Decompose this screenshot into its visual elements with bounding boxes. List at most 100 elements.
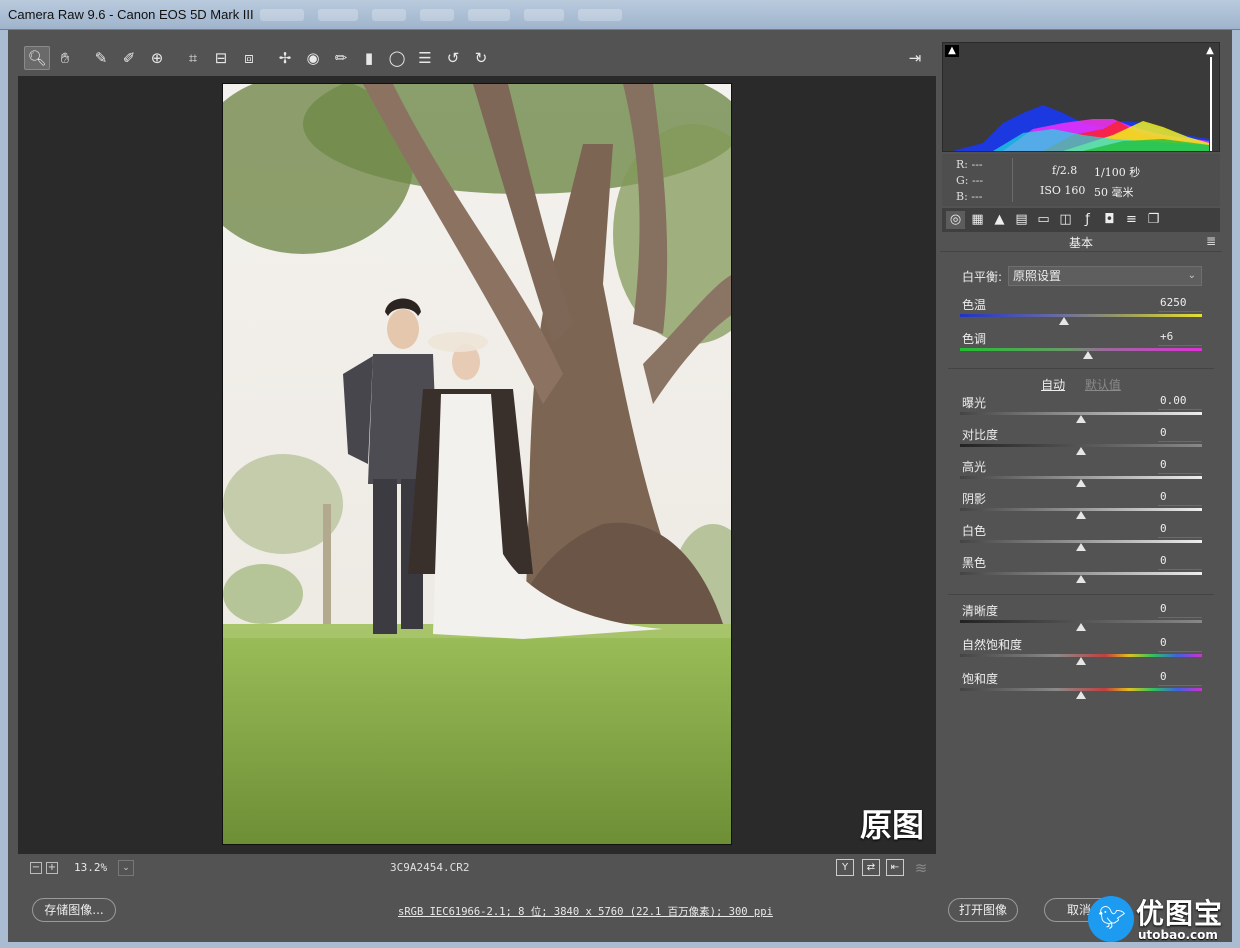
window-titlebar: Camera Raw 9.6 - Canon EOS 5D Mark III — [0, 0, 1240, 30]
slider-value-field[interactable]: 0 — [1158, 458, 1202, 474]
slider-thumb[interactable] — [1076, 543, 1086, 551]
slider-thumb[interactable] — [1076, 623, 1086, 631]
adjustment-brush-icon[interactable]: ✏ — [328, 46, 354, 70]
lens-corrections-tab-icon[interactable]: ◫ — [1056, 211, 1075, 229]
slider-thumb[interactable] — [1076, 691, 1086, 699]
window-title: Camera Raw 9.6 - Canon EOS 5D Mark III — [8, 7, 254, 22]
before-after-view-button[interactable]: Y — [836, 859, 854, 876]
copy-settings-button[interactable]: ⇤ — [886, 859, 904, 876]
slider-value-field[interactable]: 6250 — [1158, 296, 1202, 312]
histogram: ▲ ▲ — [942, 42, 1220, 152]
swap-settings-button[interactable]: ⇄ — [862, 859, 880, 876]
preferences-icon[interactable]: ☰ — [412, 46, 438, 70]
panel-tabs: ◎ ▦ ▲ ▤ ▭ ◫ ƒ ◘ ≡ ❐ — [942, 208, 1220, 232]
workflow-options-link[interactable]: sRGB IEC61966-2.1; 8 位; 3840 x 5760 (22.… — [398, 904, 773, 919]
shutter-value: 1/100 秒 — [1094, 166, 1141, 179]
zoom-out-button[interactable]: − — [30, 862, 42, 874]
slider-value-field[interactable]: 0 — [1158, 636, 1202, 652]
titlebar-blurred-area — [260, 9, 660, 21]
tool-bar: 🔍︎ ✋︎ ✎ ✐ ⊕ ⌗ ⊟ ⧈ ✢ ◉ ✏ ▮ ◯ ☰ ↺ ↻ ⇥ — [18, 42, 936, 74]
snapshots-tab-icon[interactable]: ❐ — [1144, 211, 1163, 229]
detail-tab-icon[interactable]: ▲ — [990, 211, 1009, 229]
divider — [948, 368, 1214, 369]
fullscreen-icon[interactable]: ⇥ — [902, 46, 928, 70]
effects-tab-icon[interactable]: ƒ — [1078, 211, 1097, 229]
chevron-down-icon: ⌄ — [1187, 270, 1196, 281]
graduated-filter-icon[interactable]: ▮ — [356, 46, 382, 70]
window-frame-bottom — [0, 942, 1240, 948]
preview-statusbar: − + 13.2% ⌄ 3C9A2454.CR2 Y ⇄ ⇤ ≋ — [18, 856, 936, 880]
zoom-in-button[interactable]: + — [46, 862, 58, 874]
slider-thumb[interactable] — [1076, 447, 1086, 455]
slider-value-field[interactable]: 0 — [1158, 554, 1202, 570]
slider-label: 对比度 — [962, 428, 999, 442]
green-readout: G: --- — [956, 174, 984, 187]
bottom-bar: 存储图像... sRGB IEC61966-2.1; 8 位; 3840 x 5… — [8, 882, 1232, 942]
slider-label: 清晰度 — [962, 604, 999, 618]
slider-thumb[interactable] — [1059, 317, 1070, 325]
slider-thumb[interactable] — [1076, 479, 1086, 487]
slider-value-field[interactable]: 0.00 — [1158, 394, 1202, 410]
presets-tab-icon[interactable]: ≡ — [1122, 211, 1141, 229]
radial-filter-icon[interactable]: ◯ — [384, 46, 410, 70]
slider-label: 色温 — [962, 298, 987, 312]
default-link[interactable]: 默认值 — [1085, 378, 1121, 392]
window-frame-left — [0, 30, 8, 948]
slider-thumb[interactable] — [1083, 351, 1094, 359]
open-image-button[interactable]: 打开图像 — [948, 898, 1018, 922]
white-balance-select[interactable]: 原照设置 ⌄ — [1008, 266, 1202, 286]
slider-thumb[interactable] — [1076, 575, 1086, 583]
slider-label: 阴影 — [962, 492, 987, 506]
watermark-url: utobao.com — [1138, 928, 1218, 942]
slider-thumb[interactable] — [1076, 657, 1086, 665]
hsl-tab-icon[interactable]: ▤ — [1012, 211, 1031, 229]
straighten-icon[interactable]: ⊟ — [208, 46, 234, 70]
white-balance-value: 原照设置 — [1013, 269, 1062, 283]
slider-label: 高光 — [962, 460, 987, 474]
slider-thumb[interactable] — [1076, 415, 1086, 423]
slider-track[interactable] — [960, 348, 1202, 351]
image-preview-area[interactable]: 原图 — [18, 76, 936, 854]
save-image-button[interactable]: 存储图像... — [32, 898, 116, 922]
info-readout: R: --- G: --- B: --- f/2.8 1/100 秒 ISO 1… — [942, 154, 1220, 206]
auto-link[interactable]: 自动 — [1041, 378, 1065, 392]
slider-value-field[interactable]: +6 — [1158, 330, 1202, 346]
window-frame-right — [1232, 30, 1240, 948]
transform-icon[interactable]: ⧈ — [236, 46, 262, 70]
basic-tab-icon[interactable]: ◎ — [946, 211, 965, 229]
split-toning-tab-icon[interactable]: ▭ — [1034, 211, 1053, 229]
white-balance-label: 白平衡: — [962, 270, 1003, 284]
target-adjust-icon[interactable]: ⊕ — [144, 46, 170, 70]
basic-title: 基本 — [1068, 236, 1093, 250]
slider-thumb[interactable] — [1076, 511, 1086, 519]
hand-icon[interactable]: ✋︎ — [52, 46, 78, 70]
slider-value-field[interactable]: 0 — [1158, 670, 1202, 686]
original-image-badge: 原图 — [859, 806, 924, 844]
blue-readout: B: --- — [956, 190, 983, 203]
slider-value-field[interactable]: 0 — [1158, 426, 1202, 442]
tone-curve-tab-icon[interactable]: ▦ — [968, 211, 987, 229]
crop-icon[interactable]: ⌗ — [180, 46, 206, 70]
slider-track[interactable] — [960, 314, 1202, 317]
zoom-dropdown-chevron-icon[interactable]: ⌄ — [118, 860, 134, 876]
slider-row: 自然饱和度 0 — [960, 636, 1204, 668]
camera-calibration-tab-icon[interactable]: ◘ — [1100, 211, 1119, 229]
view-settings-icon[interactable]: ≋ — [908, 856, 934, 880]
slider-row: 清晰度 0 — [960, 602, 1204, 634]
slider-value-field[interactable]: 0 — [1158, 602, 1202, 618]
color-sampler-icon[interactable]: ✐ — [116, 46, 142, 70]
rotate-right-icon[interactable]: ↻ — [468, 46, 494, 70]
panel-menu-icon[interactable]: ≣ — [1206, 234, 1216, 248]
slider-row: 高光 0 — [960, 458, 1204, 490]
red-eye-icon[interactable]: ◉ — [300, 46, 326, 70]
slider-value-field[interactable]: 0 — [1158, 490, 1202, 506]
slider-label: 黑色 — [962, 556, 987, 570]
divider — [948, 594, 1214, 595]
spot-removal-icon[interactable]: ✢ — [272, 46, 298, 70]
slider-row: 阴影 0 — [960, 490, 1204, 522]
watermark-name: 优图宝 — [1136, 897, 1224, 930]
rotate-left-icon[interactable]: ↺ — [440, 46, 466, 70]
zoom-icon[interactable]: 🔍︎ — [24, 46, 50, 70]
white-balance-icon[interactable]: ✎ — [88, 46, 114, 70]
slider-value-field[interactable]: 0 — [1158, 522, 1202, 538]
